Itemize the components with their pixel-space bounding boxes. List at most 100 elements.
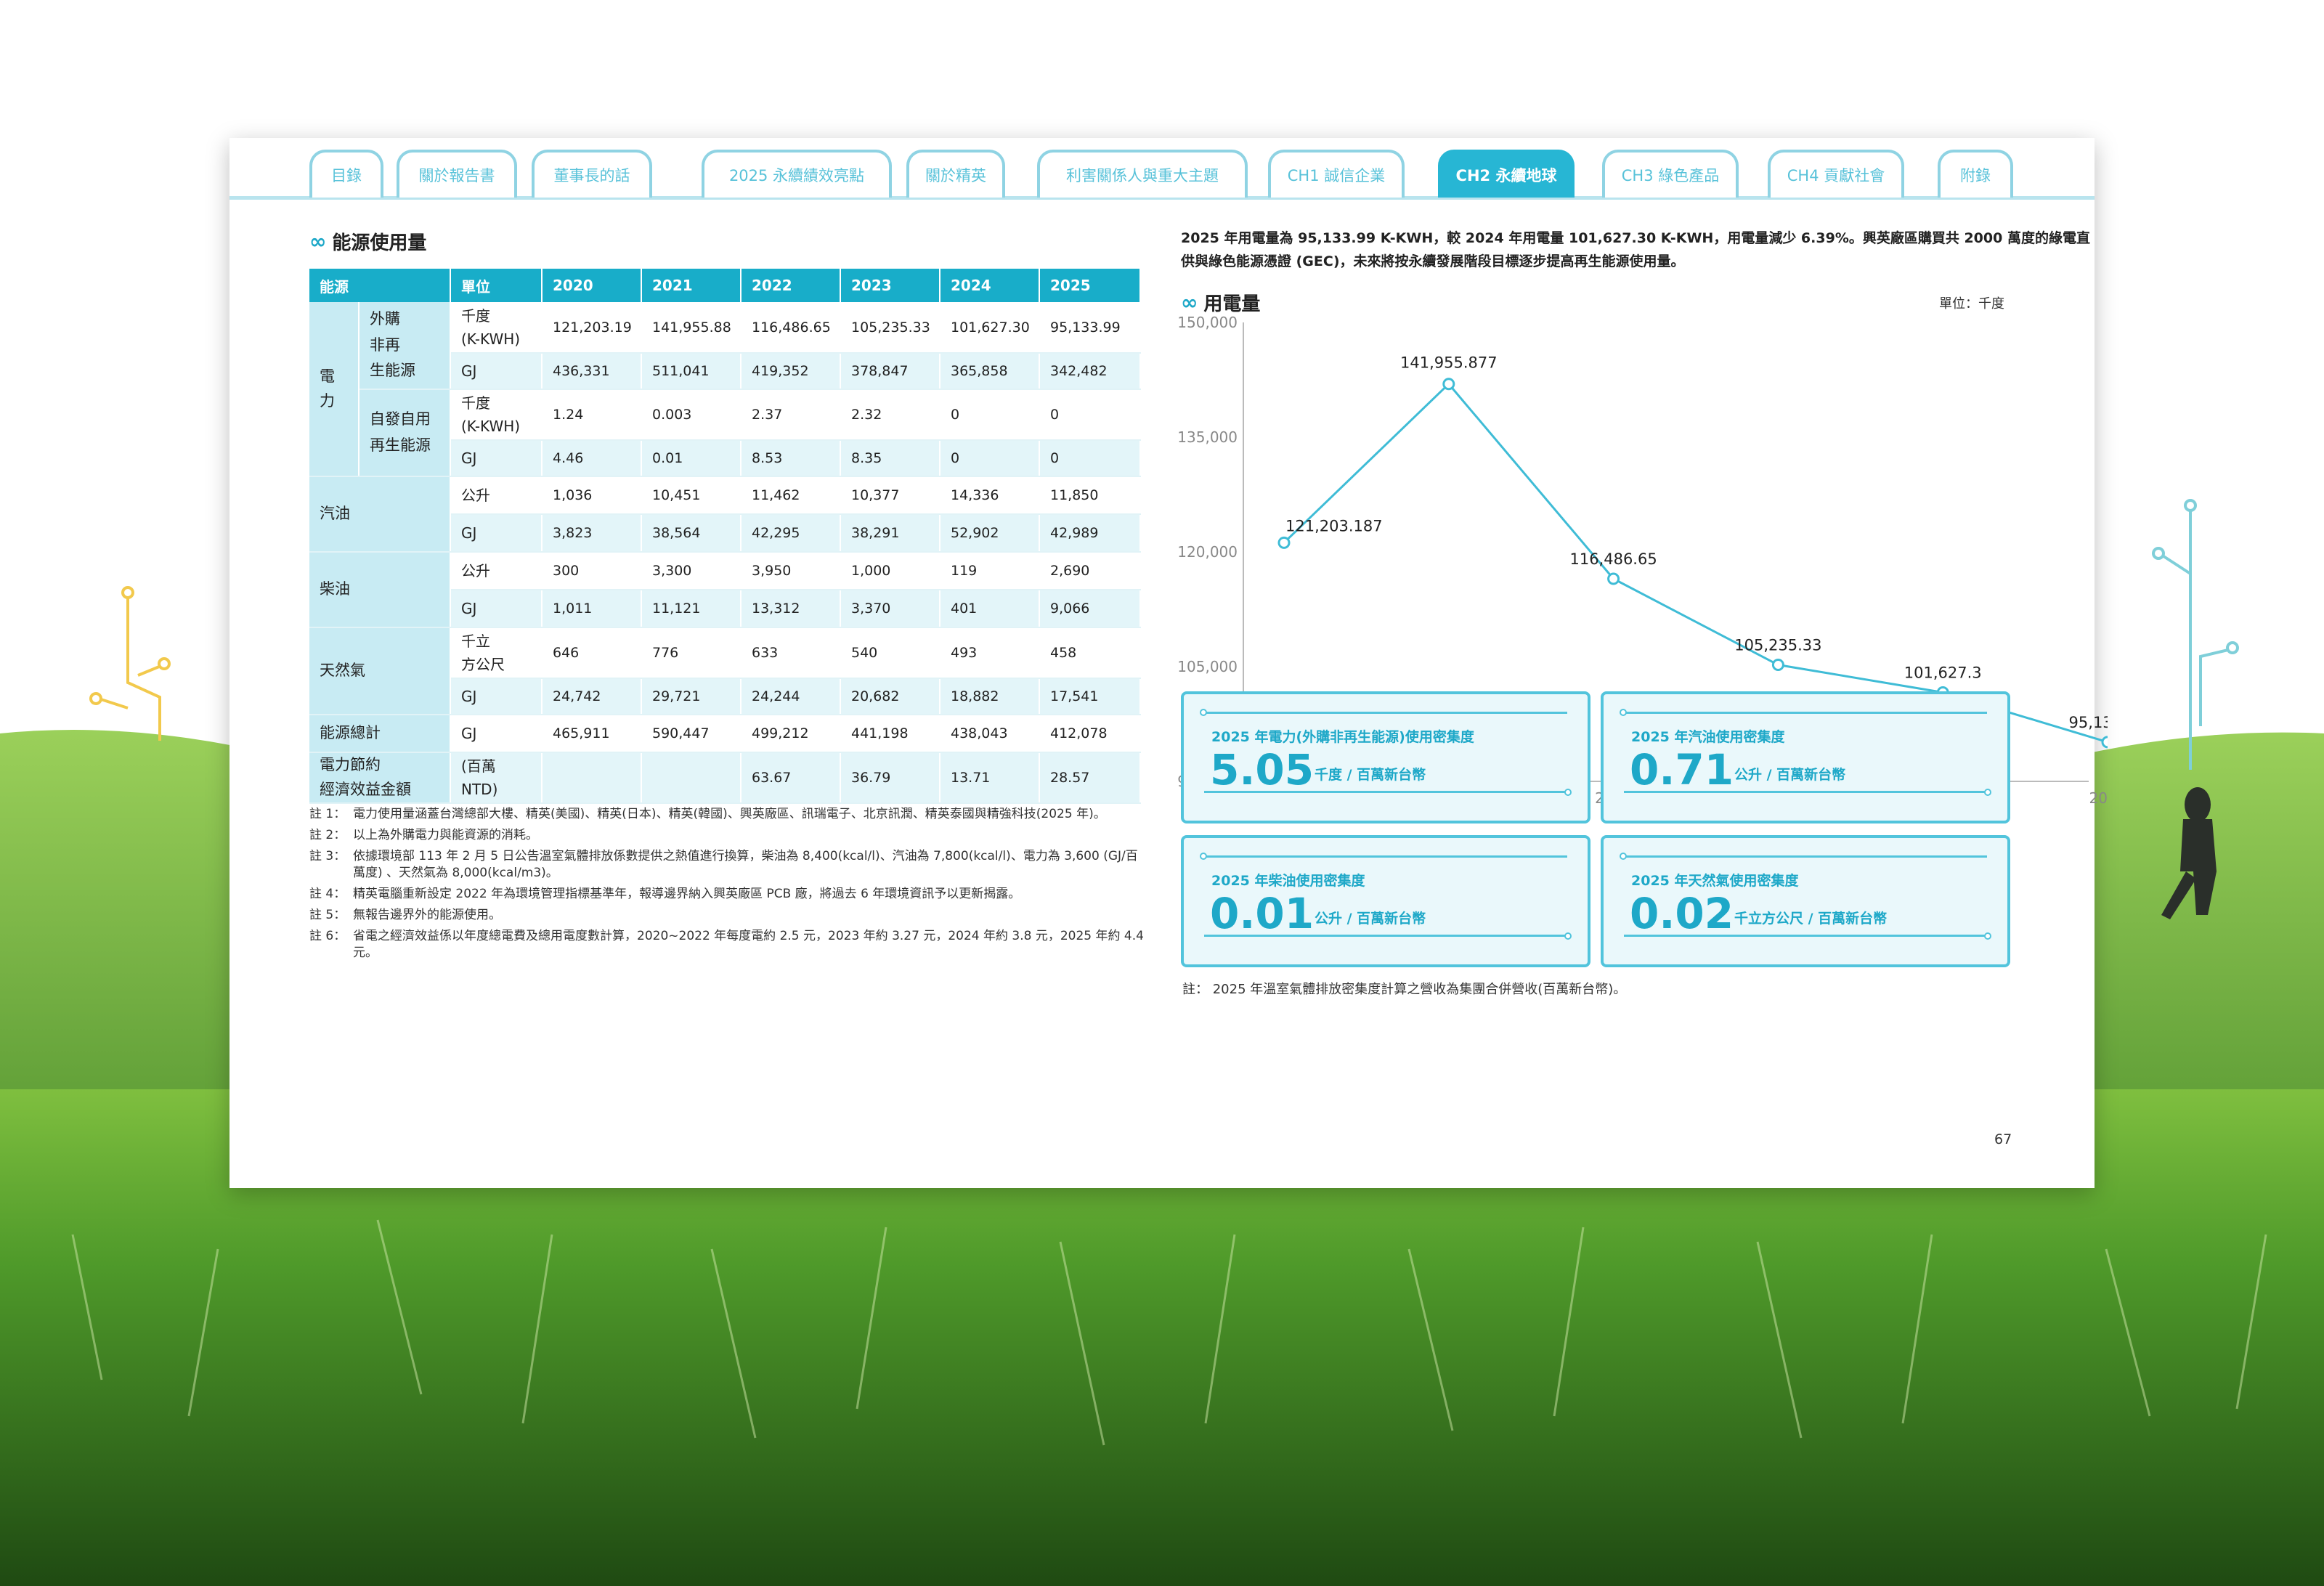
note-text: 以上為外購電力與能資源的消耗。	[353, 827, 538, 842]
value-cell-gasoline-gj: 3,823	[542, 514, 642, 553]
y-tick-label: 150,000	[1177, 314, 1238, 331]
value-cell-gas-gj: 24,244	[741, 678, 841, 715]
card-top-rule	[1624, 855, 1987, 858]
kpi-label: 2025 年汽油使用密集度	[1631, 729, 1785, 745]
value-cell-selfuse-kwh: 2.32	[840, 389, 940, 441]
kpi-card-natural-gas: 2025 年天然氣使用密集度 0.02 千立方公尺 / 百萬新台幣	[1601, 835, 2010, 967]
note-item: 註 4： 精英電腦重新設定 2022 年為環境管理指標基準年，報導邊界納入興英廠區…	[309, 886, 1145, 903]
unit-cell: GJ	[450, 715, 543, 753]
value-cell-purchased-kwh: 116,486.65	[741, 302, 841, 354]
note-item: 註 2： 以上為外購電力與能資源的消耗。	[309, 827, 1145, 844]
tab-performance-highlights[interactable]: 2025 永續績效亮點	[702, 150, 892, 198]
value-cell-total-gj: 499,212	[741, 715, 841, 753]
table-row: 電力節約 經濟效益金額 (百萬 NTD) 63.67 36.79 13.71 28.57	[309, 752, 1141, 804]
header-2022: 2022	[741, 269, 841, 302]
card-dot	[1200, 853, 1207, 860]
data-label: 116,486.65	[1569, 550, 1657, 568]
kpi-label: 2025 年柴油使用密集度	[1211, 873, 1365, 889]
value-cell-selfuse-kwh: 0.003	[641, 389, 742, 441]
value-cell-gas-gj: 17,541	[1039, 678, 1141, 715]
table-notes: 註 1： 電力使用量涵蓋台灣總部大樓、精英(美國)、精英(日本)、精英(韓國)、興…	[309, 806, 1145, 966]
value-cell-gasoline-gj: 52,902	[940, 514, 1040, 553]
kpi-card-diesel: 2025 年柴油使用密集度 0.01 公升 / 百萬新台幣	[1181, 835, 1590, 967]
table-row: 天然氣 千立 方公尺 646 776 633 540 493 458	[309, 627, 1141, 715]
card-dot	[1564, 932, 1572, 940]
note-item: 註 6： 省電之經濟效益係以年度總電費及總用電度數計算，2020~2022 年每度…	[309, 928, 1145, 961]
series-line	[1283, 382, 2108, 744]
data-label: 141,955.877	[1400, 354, 1498, 372]
table-row: 電力 外購 非再 生能源 千度 (K-KWH) 121,203.19 141,955.8…	[309, 302, 1141, 477]
note-key: 註 2：	[309, 827, 346, 842]
value-cell-gas-gj: 24,742	[542, 678, 642, 715]
header-unit: 單位	[450, 269, 543, 302]
value-cell-saving-ntd: 36.79	[840, 752, 940, 804]
data-point	[1277, 536, 1291, 549]
card-dot	[1620, 709, 1627, 716]
value-cell-diesel-litre: 1,000	[840, 552, 940, 590]
unit-cell: (百萬 NTD)	[450, 752, 543, 804]
tab-ch1[interactable]: CH1 誠信企業	[1268, 150, 1405, 198]
infinity-icon: ∞	[309, 229, 327, 253]
y-tick-label: 120,000	[1177, 543, 1238, 561]
value-cell-gasoline-litre: 1,036	[542, 476, 642, 515]
value-cell-selfuse-gj: 0	[940, 440, 1040, 477]
data-label: 121,203.187	[1285, 517, 1383, 534]
value-cell-selfuse-gj: 8.35	[840, 440, 940, 477]
tab-about-ecs[interactable]: 關於精英	[906, 150, 1005, 198]
tab-contents[interactable]: 目錄	[309, 150, 383, 198]
data-point	[1607, 572, 1620, 585]
kpi-unit: 公升 / 百萬新台幣	[1315, 911, 1426, 927]
value-cell-diesel-gj: 9,066	[1039, 590, 1141, 628]
value-cell-gasoline-gj: 42,295	[741, 514, 841, 553]
value-cell-gas-gj: 18,882	[940, 678, 1040, 715]
tab-ch4[interactable]: CH4 貢獻社會	[1768, 150, 1904, 198]
header-2023: 2023	[840, 269, 940, 302]
electricity-intro: 2025 年用電量為 95,133.99 K-KWH，較 2024 年用電量 1…	[1181, 230, 2090, 270]
card-top-rule	[1204, 712, 1567, 714]
value-cell-purchased-kwh: 121,203.19	[542, 302, 642, 354]
category-gasoline: 汽油	[309, 476, 451, 553]
value-cell-gasoline-gj: 42,989	[1039, 514, 1141, 553]
value-cell-total-gj: 590,447	[641, 715, 742, 753]
value-cell-gas-m3: 646	[542, 627, 642, 679]
value-cell-selfuse-kwh: 0	[1039, 389, 1141, 441]
tab-stakeholders[interactable]: 利害關係人與重大主題	[1037, 150, 1248, 198]
tab-appendix[interactable]: 附錄	[1938, 150, 2013, 198]
kpi-label: 2025 年天然氣使用密集度	[1631, 873, 1799, 889]
unit-cell: GJ	[450, 590, 543, 628]
kpi-card-electricity: 2025 年電力(外購非再生能源)使用密集度 5.05 千度 / 百萬新台幣	[1181, 691, 1590, 824]
header-2020: 2020	[542, 269, 642, 302]
value-cell-diesel-gj: 11,121	[641, 590, 742, 628]
note-key: 註 1：	[309, 807, 346, 821]
data-label: 95,133.99	[2069, 714, 2108, 731]
data-label: 101,627.3	[1904, 664, 1982, 682]
value-cell-diesel-gj: 1,011	[542, 590, 642, 628]
note-text: 精英電腦重新設定 2022 年為環境管理指標基準年，報導邊界納入興英廠區 PCB…	[353, 886, 1021, 901]
category-natural-gas: 天然氣	[309, 627, 451, 715]
chapter-nav: 目錄 關於報告書 董事長的話 2025 永續績效亮點 關於精英 利害關係人與重大…	[229, 138, 2095, 200]
value-cell-gasoline-gj: 38,564	[641, 514, 742, 553]
kpi-unit: 千立方公尺 / 百萬新台幣	[1734, 911, 1888, 927]
energy-title-text: 能源使用量	[332, 232, 427, 254]
card-dot	[1200, 709, 1207, 716]
value-cell-total-gj: 412,078	[1039, 715, 1141, 753]
kpi-value: 0.02	[1630, 889, 1734, 938]
subcategory-purchased: 外購 非再 生能源	[359, 302, 451, 390]
unit-cell: 公升	[450, 476, 543, 515]
table-header-row: 能源 單位 2020 2021 2022 2023 2024 2025	[309, 269, 1141, 302]
tab-ch2[interactable]: CH2 永續地球	[1438, 150, 1575, 198]
value-cell-diesel-litre: 300	[542, 552, 642, 590]
note-item: 註 3： 依據環境部 113 年 2 月 5 日公告溫室氣體排放係數提供之熱值進行…	[309, 848, 1145, 882]
unit-cell: 千度 (K-KWH)	[450, 389, 543, 441]
energy-table: 能源 單位 2020 2021 2022 2023 2024 2025 電力 外購…	[309, 269, 1141, 804]
tab-ch3[interactable]: CH3 綠色產品	[1602, 150, 1739, 198]
value-cell-selfuse-gj: 4.46	[542, 440, 642, 477]
value-cell-purchased-gj: 436,331	[542, 353, 642, 390]
value-cell-saving-ntd: 13.71	[940, 752, 1040, 804]
value-cell-diesel-litre: 2,690	[1039, 552, 1141, 590]
unit-cell: GJ	[450, 353, 543, 390]
tab-chairman-message[interactable]: 董事長的話	[532, 150, 652, 198]
kpi-value: 0.01	[1210, 889, 1315, 938]
value-cell-saving-ntd	[542, 752, 642, 804]
tab-about-report[interactable]: 關於報告書	[397, 150, 517, 198]
